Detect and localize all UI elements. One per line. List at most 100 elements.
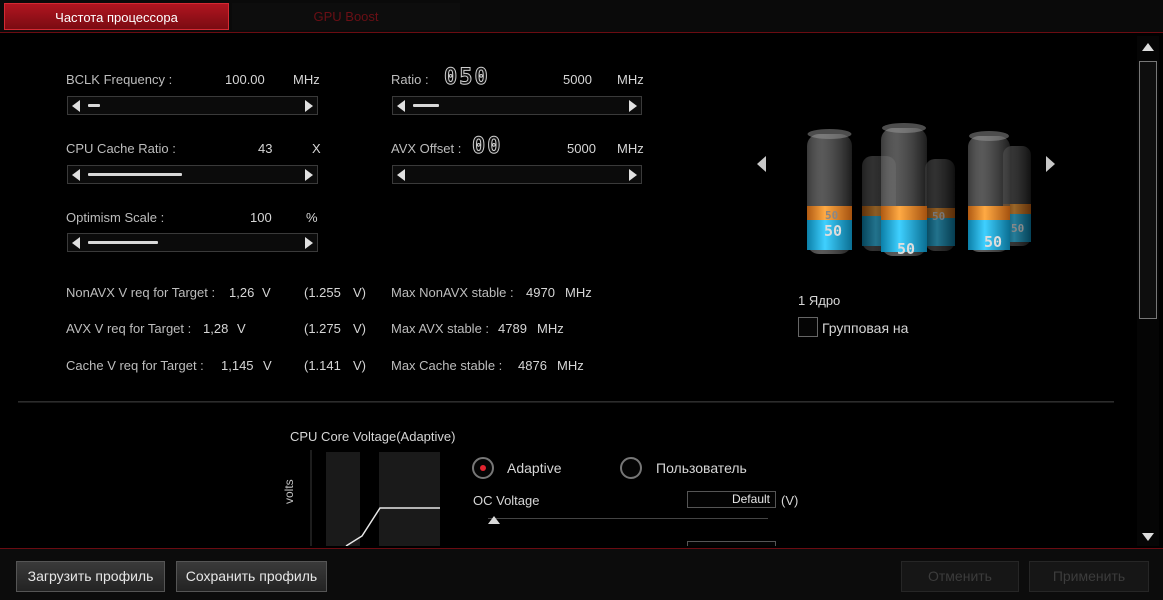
voltage-section-title: CPU Core Voltage(Adaptive) [290, 429, 456, 444]
avx-offset-label: AVX Offset : [391, 141, 462, 156]
vreq-cache-label: Cache V req for Target : [66, 358, 204, 373]
bclk-label: BCLK Frequency : [66, 72, 173, 87]
vreq-cache-value: 1,145 [221, 358, 254, 373]
stable-nonavx-label: Max NonAVX stable : [391, 285, 514, 300]
cores-next-arrow-icon[interactable] [1046, 156, 1055, 172]
core-3-value: 50 [984, 233, 1003, 251]
adaptive-mode-label[interactable]: Adaptive [507, 460, 561, 476]
vreq-avx-label: AVX V req for Target : [66, 321, 192, 336]
ratio-decrease-arrow-icon[interactable] [397, 100, 405, 112]
optimism-label: Optimism Scale : [66, 210, 165, 225]
avx-offset-digits: 00 [472, 134, 503, 160]
avx-offset-value: 5000 [567, 141, 596, 156]
bclk-increase-arrow-icon[interactable] [305, 100, 313, 112]
cache-increase-arrow-icon[interactable] [305, 169, 313, 181]
core-1-value: 50 [824, 222, 843, 240]
bclk-slider-fill[interactable] [88, 104, 100, 107]
stable-nonavx-value: 4970 [526, 285, 555, 300]
vreq-cache-paren: (1.141 [304, 358, 341, 373]
bclk-unit: MHz [293, 72, 320, 87]
tab-cpu-frequency[interactable]: Частота процессора [4, 3, 229, 30]
cache-ratio-slider[interactable] [67, 165, 318, 184]
group-setting-label: Групповая на [822, 320, 909, 336]
core-back-3-value: 50 [1011, 222, 1025, 235]
optimism-value: 100 [250, 210, 272, 225]
cache-ratio-unit: X [312, 141, 321, 156]
core-2-value: 50 [897, 240, 916, 258]
core-selection-label: 1 Ядро [798, 293, 841, 308]
optimism-unit: % [306, 210, 318, 225]
save-profile-button[interactable]: Сохранить профиль [176, 561, 327, 592]
vreq-nonavx-paren: (1.255 [304, 285, 341, 300]
bottom-bar: Загрузить профиль Сохранить профиль Отме… [0, 548, 1163, 600]
cache-slider-fill[interactable] [88, 173, 182, 176]
optimism-increase-arrow-icon[interactable] [305, 237, 313, 249]
cpu-frequency-panel: BCLK Frequency : 100.00 MHz Ratio : 050 … [0, 34, 1130, 546]
ratio-slider-fill[interactable] [413, 104, 439, 107]
user-mode-radio[interactable] [620, 457, 642, 479]
scroll-down-arrow-icon[interactable] [1142, 533, 1154, 541]
vreq-avx-paren-unit: V) [353, 321, 366, 336]
avx-offset-slider[interactable] [392, 165, 642, 184]
offset-voltage-field[interactable] [687, 541, 776, 546]
tab-bar: Частота процессора GPU Boost [0, 0, 1163, 33]
stable-cache-value: 4876 [518, 358, 547, 373]
avx-decrease-arrow-icon[interactable] [397, 169, 405, 181]
scroll-up-arrow-icon[interactable] [1142, 43, 1154, 51]
core-cylinder-2[interactable] [881, 123, 927, 256]
ratio-value: 5000 [563, 72, 592, 87]
cores-prev-arrow-icon[interactable] [757, 156, 766, 172]
vreq-nonavx-unit: V [262, 285, 271, 300]
bclk-decrease-arrow-icon[interactable] [72, 100, 80, 112]
optimism-slider[interactable] [67, 233, 318, 252]
vreq-avx-unit: V [237, 321, 246, 336]
oc-voltage-slider[interactable] [488, 518, 768, 519]
oc-voltage-field[interactable]: Default [687, 491, 776, 508]
group-setting-checkbox[interactable] [798, 317, 818, 337]
ratio-slider[interactable] [392, 96, 642, 115]
section-divider [18, 401, 1114, 403]
scrollbar-thumb[interactable] [1139, 61, 1157, 319]
ratio-digits: 050 [444, 65, 490, 91]
core-back-1-value: 50 [825, 209, 839, 222]
vreq-cache-paren-unit: V) [353, 358, 366, 373]
bclk-slider[interactable] [67, 96, 318, 115]
stable-cache-label: Max Cache stable : [391, 358, 503, 373]
tab-gpu-boost[interactable]: GPU Boost [232, 3, 460, 30]
bclk-value: 100.00 [225, 72, 265, 87]
avx-offset-unit: MHz [617, 141, 644, 156]
avx-increase-arrow-icon[interactable] [629, 169, 637, 181]
vreq-nonavx-label: NonAVX V req for Target : [66, 285, 216, 300]
stable-avx-unit: MHz [537, 321, 564, 336]
oc-voltage-unit: (V) [781, 493, 799, 508]
oc-voltage-slider-thumb-icon[interactable] [488, 516, 500, 524]
vreq-cache-unit: V [263, 358, 272, 373]
vreq-avx-paren: (1.275 [304, 321, 341, 336]
stable-avx-value: 4789 [498, 321, 527, 336]
vreq-nonavx-value: 1,26 [229, 285, 255, 300]
load-profile-button[interactable]: Загрузить профиль [16, 561, 165, 592]
core-back-2-value: 50 [932, 210, 946, 223]
oc-voltage-label: OC Voltage [473, 493, 540, 508]
stable-avx-label: Max AVX stable : [391, 321, 490, 336]
stable-cache-unit: MHz [557, 358, 584, 373]
vreq-avx-value: 1,28 [203, 321, 229, 336]
cancel-button[interactable]: Отменить [901, 561, 1019, 592]
ratio-unit: MHz [617, 72, 644, 87]
user-mode-label[interactable]: Пользователь [656, 460, 747, 476]
apply-button[interactable]: Применить [1029, 561, 1149, 592]
stable-nonavx-unit: MHz [565, 285, 592, 300]
cache-decrease-arrow-icon[interactable] [72, 169, 80, 181]
voltage-axis-label: volts [282, 479, 296, 504]
core-cylinder-back-2[interactable] [925, 159, 955, 251]
optimism-decrease-arrow-icon[interactable] [72, 237, 80, 249]
cache-ratio-label: CPU Cache Ratio : [66, 141, 176, 156]
voltage-curve-graph [310, 450, 440, 546]
panel-scrollbar[interactable] [1137, 36, 1159, 546]
ratio-label: Ratio : [391, 72, 429, 87]
optimism-slider-fill[interactable] [88, 241, 158, 244]
adaptive-mode-radio[interactable] [472, 457, 494, 479]
ratio-increase-arrow-icon[interactable] [629, 100, 637, 112]
cache-ratio-value: 43 [258, 141, 273, 156]
vreq-nonavx-paren-unit: V) [353, 285, 366, 300]
